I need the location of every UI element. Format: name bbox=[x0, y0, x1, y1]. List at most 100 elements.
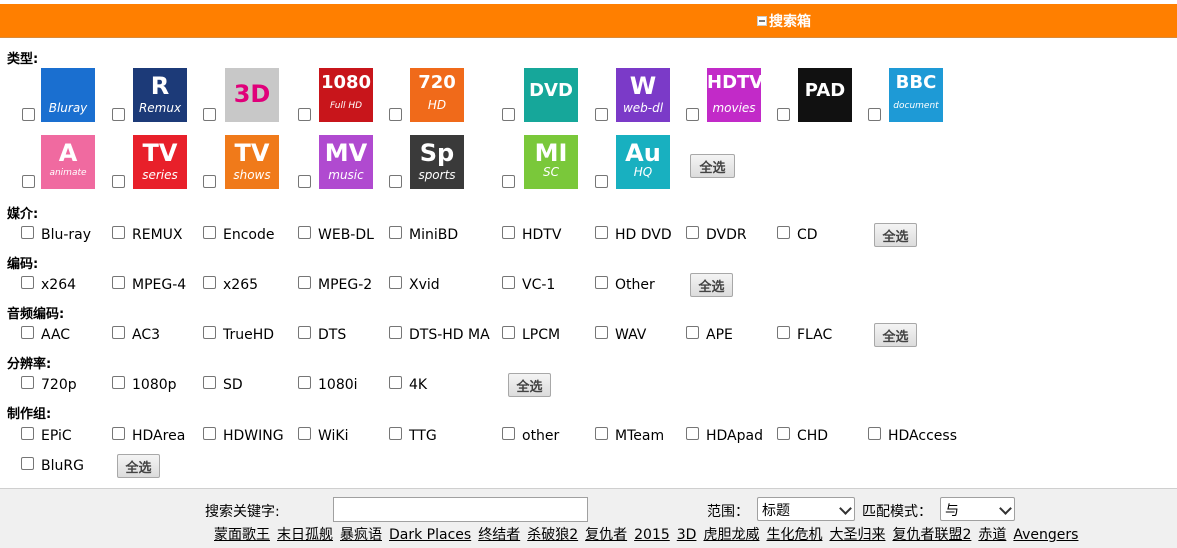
audio-checkbox-3[interactable] bbox=[298, 326, 311, 339]
type-select-all-button[interactable]: 全选 bbox=[690, 154, 735, 178]
audio-option-label[interactable]: TrueHD bbox=[223, 327, 274, 343]
medium-checkbox-2[interactable] bbox=[203, 226, 216, 239]
team-option-label[interactable]: MTeam bbox=[615, 428, 664, 444]
medium-checkbox-6[interactable] bbox=[595, 226, 608, 239]
type-checkbox-tv-shows[interactable] bbox=[203, 175, 216, 188]
hot-keyword-link[interactable]: 赤道 bbox=[978, 527, 1006, 543]
720-hd-icon[interactable]: 720 HD bbox=[410, 68, 464, 122]
audio-checkbox-8[interactable] bbox=[777, 326, 790, 339]
tv-series-icon[interactable]: TV series bbox=[133, 135, 187, 189]
resolution-option-label[interactable]: SD bbox=[223, 377, 243, 393]
team-checkbox-9[interactable] bbox=[868, 427, 881, 440]
medium-checkbox-3[interactable] bbox=[298, 226, 311, 239]
medium-option-label[interactable]: HDTV bbox=[522, 227, 561, 243]
type-checkbox-720-hd[interactable] bbox=[389, 108, 402, 121]
codec-option-label[interactable]: MPEG-4 bbox=[132, 277, 186, 293]
audio-checkbox-0[interactable] bbox=[21, 326, 34, 339]
audio-option-label[interactable]: AC3 bbox=[132, 327, 160, 343]
resolution-checkbox-0[interactable] bbox=[21, 376, 34, 389]
team-checkbox-6[interactable] bbox=[595, 427, 608, 440]
audio-option-label[interactable]: DTS-HD MA bbox=[409, 327, 490, 343]
hot-keyword-link[interactable]: 复仇者联盟2 bbox=[892, 527, 971, 543]
team-option-label[interactable]: CHD bbox=[797, 428, 828, 444]
medium-select-all-button[interactable]: 全选 bbox=[874, 223, 917, 247]
remux-icon[interactable]: R Remux bbox=[133, 68, 187, 122]
type-checkbox-bbc-document[interactable] bbox=[868, 108, 881, 121]
medium-option-label[interactable]: CD bbox=[797, 227, 818, 243]
resolution-checkbox-4[interactable] bbox=[389, 376, 402, 389]
bbc-document-icon[interactable]: BBC document bbox=[889, 68, 943, 122]
team-checkbox-0[interactable] bbox=[21, 427, 34, 440]
audio-checkbox-6[interactable] bbox=[595, 326, 608, 339]
dvd-icon[interactable]: DVD bbox=[524, 68, 578, 122]
type-checkbox-au-hq[interactable] bbox=[595, 175, 608, 188]
au-hq-icon[interactable]: Au HQ bbox=[616, 135, 670, 189]
team-checkbox-5[interactable] bbox=[502, 427, 515, 440]
type-checkbox-dvd[interactable] bbox=[502, 108, 515, 121]
team-option-label[interactable]: EPiC bbox=[41, 428, 72, 444]
team-checkbox-10[interactable] bbox=[21, 457, 34, 470]
audio-checkbox-4[interactable] bbox=[389, 326, 402, 339]
team-option-label[interactable]: HDAccess bbox=[888, 428, 957, 444]
team-checkbox-7[interactable] bbox=[686, 427, 699, 440]
audio-option-label[interactable]: APE bbox=[706, 327, 733, 343]
audio-checkbox-7[interactable] bbox=[686, 326, 699, 339]
resolution-option-label[interactable]: 1080i bbox=[318, 377, 358, 393]
type-checkbox-mv-music[interactable] bbox=[298, 175, 311, 188]
medium-option-label[interactable]: REMUX bbox=[132, 227, 183, 243]
medium-checkbox-8[interactable] bbox=[777, 226, 790, 239]
medium-option-label[interactable]: WEB-DL bbox=[318, 227, 374, 243]
keyword-input[interactable] bbox=[333, 497, 588, 522]
codec-option-label[interactable]: MPEG-2 bbox=[318, 277, 372, 293]
audio-checkbox-1[interactable] bbox=[112, 326, 125, 339]
hot-keyword-link[interactable]: 大圣归来 bbox=[829, 527, 885, 543]
resolution-select-all-button[interactable]: 全选 bbox=[508, 373, 551, 397]
resolution-checkbox-1[interactable] bbox=[112, 376, 125, 389]
web-dl-icon[interactable]: Wweb-dl bbox=[616, 68, 670, 122]
codec-option-label[interactable]: x265 bbox=[223, 277, 258, 293]
codec-checkbox-4[interactable] bbox=[389, 276, 402, 289]
hot-keyword-link[interactable]: Avengers bbox=[1013, 527, 1078, 543]
type-checkbox-remux[interactable] bbox=[112, 108, 125, 121]
medium-option-label[interactable]: Encode bbox=[223, 227, 274, 243]
team-checkbox-4[interactable] bbox=[389, 427, 402, 440]
type-checkbox-pad[interactable] bbox=[777, 108, 790, 121]
team-option-label[interactable]: WiKi bbox=[318, 428, 349, 444]
hot-keyword-link[interactable]: 蒙面歌王 bbox=[214, 527, 270, 543]
codec-checkbox-6[interactable] bbox=[595, 276, 608, 289]
resolution-option-label[interactable]: 720p bbox=[41, 377, 77, 393]
type-checkbox-tv-series[interactable] bbox=[112, 175, 125, 188]
hdtv-movies-icon[interactable]: HDTV movies bbox=[707, 68, 761, 122]
sp-sports-icon[interactable]: Sp sports bbox=[410, 135, 464, 189]
codec-checkbox-0[interactable] bbox=[21, 276, 34, 289]
type-checkbox-animate[interactable] bbox=[22, 175, 35, 188]
team-option-label[interactable]: HDArea bbox=[132, 428, 185, 444]
medium-option-label[interactable]: Blu-ray bbox=[41, 227, 91, 243]
audio-option-label[interactable]: DTS bbox=[318, 327, 346, 343]
hot-keyword-link[interactable]: 复仇者 bbox=[585, 527, 627, 543]
resolution-checkbox-2[interactable] bbox=[203, 376, 216, 389]
codec-option-label[interactable]: x264 bbox=[41, 277, 76, 293]
hot-keyword-link[interactable]: 虎胆龙威 bbox=[703, 527, 759, 543]
mv-music-icon[interactable]: MV music bbox=[319, 135, 373, 189]
team-option-label[interactable]: TTG bbox=[409, 428, 437, 444]
medium-option-label[interactable]: HD DVD bbox=[615, 227, 672, 243]
search-box-header[interactable]: 搜索箱 bbox=[0, 4, 1177, 38]
resolution-option-label[interactable]: 1080p bbox=[132, 377, 177, 393]
tv-shows-icon[interactable]: TV shows bbox=[225, 135, 279, 189]
type-checkbox-3d[interactable] bbox=[203, 108, 216, 121]
1080-full-hd-icon[interactable]: 1080 Full HD bbox=[319, 68, 373, 122]
codec-option-label[interactable]: Xvid bbox=[409, 277, 440, 293]
medium-checkbox-4[interactable] bbox=[389, 226, 402, 239]
animate-icon[interactable]: Aanimate bbox=[41, 135, 95, 189]
misc-icon[interactable]: MI SC bbox=[524, 135, 578, 189]
scope-select[interactable]: 标题 bbox=[757, 497, 855, 521]
pad-icon[interactable]: PAD bbox=[798, 68, 852, 122]
type-checkbox-hdtv-movies[interactable] bbox=[686, 108, 699, 121]
codec-option-label[interactable]: VC-1 bbox=[522, 277, 555, 293]
type-checkbox-sp-sports[interactable] bbox=[389, 175, 402, 188]
codec-option-label[interactable]: Other bbox=[615, 277, 655, 293]
hot-keyword-link[interactable]: 杀破狼2 bbox=[527, 527, 578, 543]
audio-option-label[interactable]: FLAC bbox=[797, 327, 832, 343]
header-title-wrap[interactable]: 搜索箱 bbox=[757, 11, 811, 31]
